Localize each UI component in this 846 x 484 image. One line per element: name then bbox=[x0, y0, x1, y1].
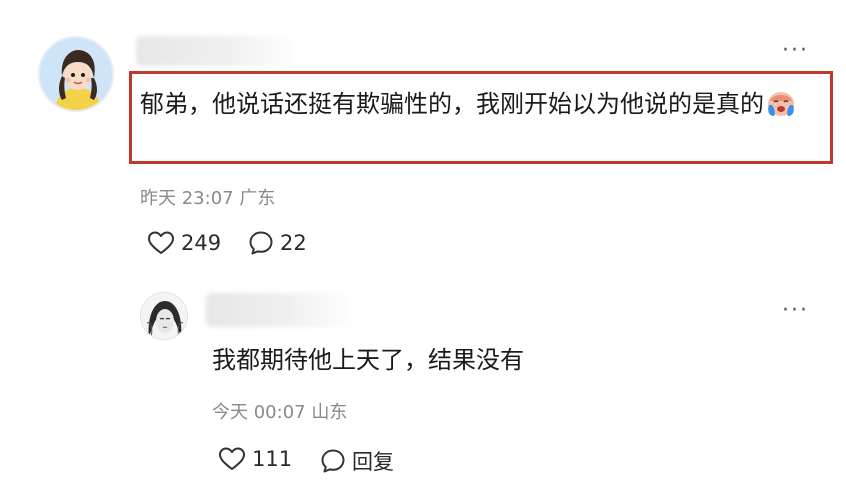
reply-reply-label: 回复 bbox=[352, 450, 394, 474]
reply-like-button[interactable]: 111 bbox=[218, 446, 292, 472]
replier-name-blurred bbox=[206, 293, 356, 327]
comment-more-button[interactable]: ··· bbox=[782, 40, 809, 62]
heart-icon bbox=[148, 231, 174, 254]
comment-bubble-icon bbox=[321, 449, 345, 473]
crying-face-icon bbox=[766, 89, 796, 129]
girl-avatar-illustration bbox=[40, 38, 112, 110]
heart-icon bbox=[219, 447, 245, 470]
comment-reply-count: 22 bbox=[280, 231, 307, 255]
reply-reply-button[interactable]: 回复 bbox=[320, 446, 394, 476]
comment-text-container: 郁弟，他说话还挺有欺骗性的，我刚开始以为他说的是真的 bbox=[140, 84, 826, 129]
replier-avatar[interactable] bbox=[140, 292, 188, 340]
reply-location: 山东 bbox=[311, 402, 348, 423]
reply-time: 今天 00:07 bbox=[212, 402, 306, 423]
comment-like-button[interactable]: 249 bbox=[147, 230, 221, 256]
comment-time: 昨天 23:07 bbox=[140, 188, 234, 209]
comment-location: 广东 bbox=[239, 188, 276, 209]
sketch-portrait-icon bbox=[141, 293, 187, 339]
reply-like-count: 111 bbox=[252, 447, 293, 471]
commenter-avatar[interactable] bbox=[38, 36, 114, 112]
comment-reply-button[interactable]: 22 bbox=[248, 230, 307, 256]
comment-like-count: 249 bbox=[181, 231, 222, 255]
reply-meta: 今天 00:07 山东 bbox=[212, 398, 347, 424]
commenter-name-blurred bbox=[136, 36, 301, 66]
comment-text: 郁弟，他说话还挺有欺骗性的，我刚开始以为他说的是真的 bbox=[140, 90, 764, 118]
comment-bubble-icon bbox=[249, 231, 273, 255]
comment-meta: 昨天 23:07 广东 bbox=[140, 184, 275, 210]
reply-more-button[interactable]: ··· bbox=[782, 300, 809, 322]
reply-text: 我都期待他上天了，结果没有 bbox=[212, 346, 524, 374]
